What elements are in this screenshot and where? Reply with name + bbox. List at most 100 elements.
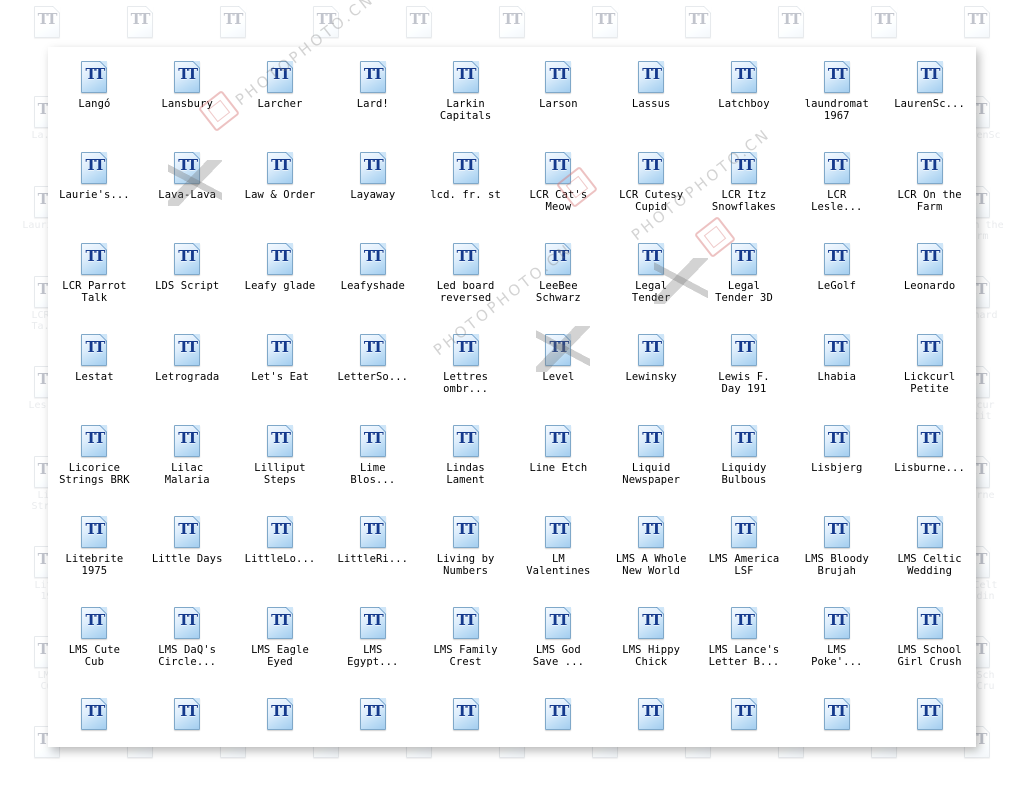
- font-icon-item[interactable]: TT Layaway: [326, 144, 419, 235]
- font-icon-item[interactable]: TT Led board reversed: [419, 235, 512, 326]
- font-icon-item[interactable]: TT LCR On the Farm: [883, 144, 976, 235]
- truetype-font-file-icon: TT: [545, 698, 572, 730]
- font-icon-item[interactable]: TT LMS DaQ's Circle...: [141, 599, 234, 690]
- font-icon-item[interactable]: TT LMS Poke'...: [790, 599, 883, 690]
- truetype-font-file-icon: TT: [266, 698, 293, 730]
- font-icon-item[interactable]: TT Level: [512, 326, 605, 417]
- font-icon-item[interactable]: TT LMS America LSF: [698, 508, 791, 599]
- font-icon-item[interactable]: TT Larson: [512, 53, 605, 144]
- font-icon-item[interactable]: TT LM Valentines: [512, 508, 605, 599]
- font-icon-item[interactable]: TT LMS Hippy Chick: [605, 599, 698, 690]
- font-icon-item[interactable]: TT: [326, 690, 419, 747]
- font-icon-item[interactable]: TT Liquid Newspaper: [605, 417, 698, 508]
- font-icon-item[interactable]: TT Lewinsky: [605, 326, 698, 417]
- font-icon-item[interactable]: TT: [605, 690, 698, 747]
- font-icon-item[interactable]: TT Letrograda: [141, 326, 234, 417]
- font-icon-item[interactable]: TT LDS Script: [141, 235, 234, 326]
- font-icon-item[interactable]: TT LMS Lance's Letter B...: [698, 599, 791, 690]
- font-icon-item[interactable]: TT LMS God Save ...: [512, 599, 605, 690]
- font-icon-item[interactable]: TT Law & Order: [234, 144, 327, 235]
- font-icon-item[interactable]: TT LMS Family Crest: [419, 599, 512, 690]
- font-icon-item[interactable]: TT: [790, 690, 883, 747]
- icon-tt-glyph: TT: [85, 702, 105, 720]
- font-icon-item[interactable]: TT Litebrite 1975: [48, 508, 141, 599]
- icon-tt-glyph: TT: [735, 247, 755, 265]
- font-icon-item[interactable]: TT Larkin Capitals: [419, 53, 512, 144]
- font-icon-item[interactable]: TT Laurie's...: [48, 144, 141, 235]
- font-icon-item[interactable]: TT LMS A Whole New World: [605, 508, 698, 599]
- truetype-font-file-icon: TT: [591, 6, 618, 38]
- font-icon-item[interactable]: TT Legal Tender: [605, 235, 698, 326]
- font-icon-item[interactable]: TT Leonardo: [883, 235, 976, 326]
- font-icon-item[interactable]: TT LMS Eagle Eyed: [234, 599, 327, 690]
- font-icon-label: Lickcurl Petite: [903, 371, 956, 395]
- font-icon-item[interactable]: TT Lard!: [326, 53, 419, 144]
- icon-tt-glyph: TT: [271, 520, 291, 538]
- font-icon-item[interactable]: TT: [48, 690, 141, 747]
- font-icon-item[interactable]: TT: [512, 690, 605, 747]
- font-icon-item[interactable]: TT LMS School Girl Crush: [883, 599, 976, 690]
- font-icon-item[interactable]: TT LCR Itz Snowflakes: [698, 144, 791, 235]
- font-icon-item[interactable]: TT Lava-Lava: [141, 144, 234, 235]
- icon-tt-glyph: TT: [781, 10, 802, 28]
- font-icon-item[interactable]: TT Lestat: [48, 326, 141, 417]
- icon-tt-glyph: TT: [363, 338, 384, 356]
- truetype-font-file-icon: TT: [359, 61, 386, 93]
- truetype-font-file-icon: TT: [359, 334, 386, 366]
- font-icon-item[interactable]: TT Legal Tender 3D: [698, 235, 791, 326]
- font-icon-item[interactable]: TT Latchboy: [698, 53, 791, 144]
- font-icon-item[interactable]: TT Licorice Strings BRK: [48, 417, 141, 508]
- font-icon-item[interactable]: TT: [419, 690, 512, 747]
- font-icon-item[interactable]: TT LMS Bloody Brujah: [790, 508, 883, 599]
- font-icon-item[interactable]: TT LMS Celtic Wedding: [883, 508, 976, 599]
- font-icon-item[interactable]: TT LCR Cutesy Cupid: [605, 144, 698, 235]
- font-icon-item[interactable]: TT Lickcurl Petite: [883, 326, 976, 417]
- font-icon-item[interactable]: TT lcd. fr. st: [419, 144, 512, 235]
- font-icon-item[interactable]: TT Let's Eat: [234, 326, 327, 417]
- font-icon-item[interactable]: TT LeGolf: [790, 235, 883, 326]
- font-icon-item[interactable]: TT LCR Cat's Meow: [512, 144, 605, 235]
- font-icon-item[interactable]: TT LittleRi...: [326, 508, 419, 599]
- font-folder-window[interactable]: TT Langó TT Lansbury TT Larcher TT Lard! TT Larki…: [48, 47, 976, 747]
- font-icon-item[interactable]: TT Little Days: [141, 508, 234, 599]
- font-icon-label: Latchboy: [718, 98, 770, 110]
- font-icon-item[interactable]: TT Lewis F. Day 191: [698, 326, 791, 417]
- truetype-font-file-icon: TT: [545, 425, 572, 457]
- icon-tt-glyph: TT: [642, 611, 662, 629]
- font-icon-item[interactable]: TT Liquidy Bulbous: [698, 417, 791, 508]
- font-icon-item[interactable]: TT Lilliput Steps: [234, 417, 327, 508]
- icon-tt-glyph: TT: [920, 156, 941, 174]
- font-icon-item[interactable]: TT LeeBee Schwarz: [512, 235, 605, 326]
- font-icon-item[interactable]: TT Lime Blos...: [326, 417, 419, 508]
- font-icon-item[interactable]: TT Line Etch: [512, 417, 605, 508]
- font-icon-item[interactable]: TT LCR Lesle...: [790, 144, 883, 235]
- font-icon-grid[interactable]: TT Langó TT Lansbury TT Larcher TT Lard! TT Larki…: [48, 53, 976, 747]
- font-icon-item[interactable]: TT Lilac Malaria: [141, 417, 234, 508]
- font-icon-item[interactable]: TT Lisburne...: [883, 417, 976, 508]
- font-icon-item[interactable]: TT: [234, 690, 327, 747]
- font-icon-item[interactable]: TT Lisbjerg: [790, 417, 883, 508]
- font-icon-item[interactable]: TT Lettres ombr...: [419, 326, 512, 417]
- font-icon-item[interactable]: TT: [141, 690, 234, 747]
- icon-tt-glyph: TT: [178, 702, 198, 720]
- font-icon-item[interactable]: TT LMS Cute Cub: [48, 599, 141, 690]
- font-icon-item[interactable]: TT laundromat 1967: [790, 53, 883, 144]
- font-icon-item[interactable]: TT LMS Egypt...: [326, 599, 419, 690]
- font-icon-item[interactable]: TT Lassus: [605, 53, 698, 144]
- font-icon-item[interactable]: TT Larcher: [234, 53, 327, 144]
- font-icon-item[interactable]: TT: [698, 690, 791, 747]
- font-icon-item[interactable]: TT LCR Parrot Talk: [48, 235, 141, 326]
- font-icon-item[interactable]: TT Lindas Lament: [419, 417, 512, 508]
- font-icon-item[interactable]: TT LaurenSc...: [883, 53, 976, 144]
- font-icon-item[interactable]: TT Lansbury: [141, 53, 234, 144]
- truetype-font-file-icon: TT: [638, 243, 665, 275]
- font-icon-item[interactable]: TT Lhabia: [790, 326, 883, 417]
- font-icon-item[interactable]: TT Langó: [48, 53, 141, 144]
- font-icon-item[interactable]: TT: [883, 690, 976, 747]
- font-icon-item[interactable]: TT Leafy glade: [234, 235, 327, 326]
- font-icon-item[interactable]: TT LetterSo...: [326, 326, 419, 417]
- font-icon-item[interactable]: TT LittleLo...: [234, 508, 327, 599]
- font-icon-item[interactable]: TT Leafyshade: [326, 235, 419, 326]
- font-icon-item[interactable]: TT Living by Numbers: [419, 508, 512, 599]
- icon-tt-glyph: TT: [827, 338, 848, 356]
